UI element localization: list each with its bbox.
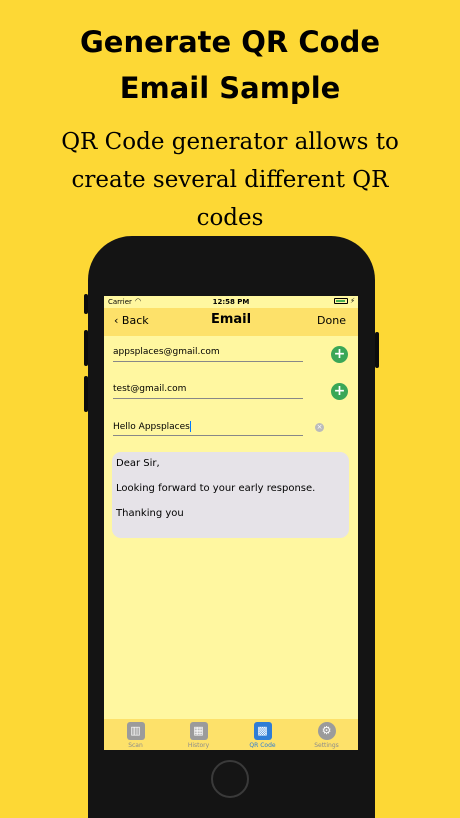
promo-subtitle-line2: create several different QR — [71, 167, 389, 193]
add-cc-icon[interactable]: + — [331, 383, 348, 400]
tab-label: History — [187, 742, 210, 749]
tab-scan[interactable]: ▥ Scan — [104, 719, 167, 750]
tab-label: QR Code — [249, 742, 276, 749]
promo-subtitle-line1: QR Code generator allows to — [61, 129, 399, 155]
app-screen: Carrier ◠ 12:58 PM ⚡ ‹ Back Email Done a… — [104, 296, 358, 750]
tab-qr-code[interactable]: ▩ QR Code — [231, 719, 294, 750]
done-button[interactable]: Done — [317, 314, 346, 327]
barcode-icon: ▥ — [126, 722, 145, 740]
message-line: Dear Sir, — [116, 458, 160, 469]
qr-code-icon: ▩ — [253, 722, 272, 740]
promo-title-line2: Email Sample — [119, 71, 341, 105]
to-email-field[interactable]: appsplaces@gmail.com — [113, 342, 303, 362]
volume-up-button — [84, 330, 88, 366]
power-button — [375, 332, 379, 368]
clear-text-icon[interactable]: × — [315, 423, 324, 432]
text-cursor — [189, 421, 191, 432]
tab-label: Settings — [314, 742, 339, 749]
status-bar: Carrier ◠ 12:58 PM ⚡ — [104, 296, 358, 308]
gear-icon: ⚙ — [317, 722, 336, 740]
message-line: Thanking you — [116, 508, 184, 519]
add-recipient-icon[interactable]: + — [331, 346, 348, 363]
promo-subtitle-line3: codes — [196, 205, 264, 231]
tab-label: Scan — [128, 742, 143, 749]
promo-title-line1: Generate QR Code — [80, 25, 380, 59]
home-button[interactable] — [211, 760, 249, 798]
tab-bar: ▥ Scan ▦ History ▩ QR Code ⚙ Settings — [104, 719, 358, 750]
mute-switch — [84, 294, 88, 314]
promo-subtitle: QR Code generator allows to create sever… — [20, 123, 440, 237]
calendar-icon: ▦ — [189, 722, 208, 740]
navigation-bar: ‹ Back Email Done — [104, 308, 358, 336]
tab-settings[interactable]: ⚙ Settings — [295, 719, 358, 750]
subject-field[interactable]: Hello Appsplaces — [113, 416, 303, 436]
volume-down-button — [84, 376, 88, 412]
message-line: Looking forward to your early response. — [116, 483, 316, 494]
subject-value: Hello Appsplaces — [113, 422, 190, 432]
tab-history[interactable]: ▦ History — [167, 719, 230, 750]
cc-email-field[interactable]: test@gmail.com — [113, 379, 303, 399]
charging-icon: ⚡ — [350, 297, 355, 305]
status-time: 12:58 PM — [212, 298, 250, 306]
battery-icon — [334, 298, 348, 304]
message-body-textarea[interactable]: Dear Sir, Looking forward to your early … — [112, 452, 349, 538]
